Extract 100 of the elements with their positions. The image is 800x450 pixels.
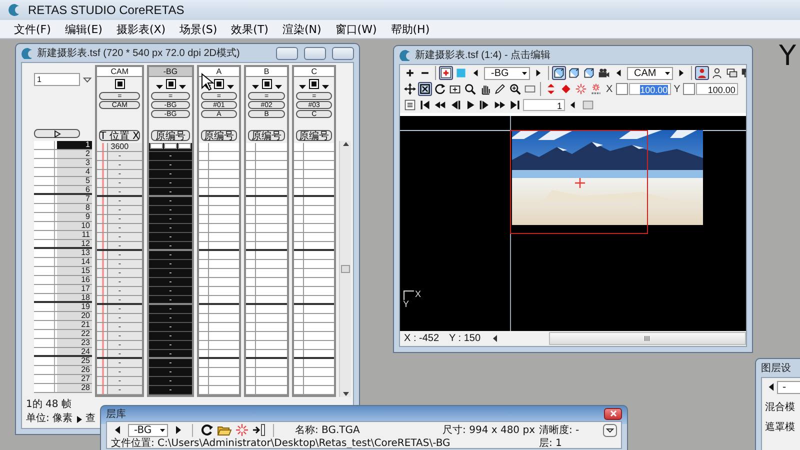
table-cell [294, 233, 334, 242]
zoom-icon[interactable] [508, 82, 522, 96]
menu-item[interactable]: 文件(F) [14, 22, 51, 36]
frame-number[interactable]: 20 [57, 312, 92, 320]
left-arrow-icon[interactable] [490, 334, 499, 343]
mode-button[interactable]: 原编号 [296, 130, 332, 141]
mode-button[interactable]: T 位置 X [99, 130, 140, 141]
table-cell [294, 386, 334, 395]
frame-number[interactable]: 12 [57, 240, 92, 247]
menu-item[interactable]: 摄影表(X) [116, 22, 166, 36]
input-field[interactable]: 100.00 [628, 83, 671, 95]
checkbox[interactable] [683, 83, 696, 95]
menu-item[interactable]: 场景(S) [180, 22, 218, 36]
frame-number[interactable]: 3 [57, 159, 92, 167]
frame-number[interactable]: 4 [57, 168, 92, 176]
input-field[interactable]: 1 [523, 99, 565, 111]
mode-button[interactable]: 原编号 [248, 130, 285, 141]
list-icon[interactable] [403, 98, 417, 112]
first-frame-icon[interactable] [418, 98, 432, 112]
camera-icon[interactable] [597, 66, 611, 80]
layer-toggle-icon[interactable] [299, 79, 330, 89]
right-arrow-icon[interactable] [76, 414, 83, 424]
frame-number[interactable]: 23 [57, 339, 92, 347]
checkbox[interactable] [616, 83, 628, 95]
frame-number[interactable]: 24 [57, 348, 92, 355]
frame-number[interactable]: 10 [57, 222, 92, 230]
scroll-thumb[interactable] [341, 265, 350, 273]
dropdown[interactable]: CAM [627, 66, 673, 80]
table-cell: - [97, 188, 142, 197]
menu-item[interactable]: 编辑(E) [64, 22, 102, 36]
person-outline-icon[interactable] [710, 66, 724, 80]
close-button[interactable] [604, 408, 622, 420]
last-frame-icon[interactable] [508, 98, 522, 112]
table-cell [198, 260, 240, 269]
cube-icon[interactable] [567, 66, 581, 80]
frame-number[interactable]: 11 [57, 231, 92, 239]
pen-icon[interactable] [493, 82, 507, 96]
frame-number[interactable]: 18 [57, 294, 92, 301]
frame-number[interactable]: 2 [57, 150, 92, 158]
frame-number[interactable]: 27 [57, 375, 92, 383]
table-cell [294, 260, 334, 269]
table-cell [294, 287, 334, 296]
dropdown[interactable]: -BG [484, 66, 530, 80]
frame-number[interactable]: 25 [57, 357, 92, 365]
menu-item[interactable]: 效果(T) [231, 22, 268, 36]
frame-number[interactable]: 6 [57, 186, 92, 193]
rotate-icon[interactable] [433, 82, 447, 96]
add-layer-icon[interactable] [439, 66, 453, 80]
frame-number[interactable]: 26 [57, 366, 92, 374]
frame-number[interactable]: 8 [57, 204, 92, 212]
crosshair-icon [575, 178, 585, 188]
frame-number[interactable]: 21 [57, 321, 92, 329]
input-field[interactable]: 100.00 [696, 83, 738, 95]
maximize-button[interactable] [304, 46, 326, 60]
refresh-icon[interactable] [200, 423, 214, 437]
frame-number[interactable]: 28 [57, 384, 92, 392]
cube-icon[interactable] [582, 66, 596, 80]
windows-icon[interactable] [725, 66, 739, 80]
frame-number[interactable]: 16 [57, 276, 92, 284]
frame-number[interactable]: 7 [57, 195, 92, 203]
down-arrow-icon[interactable] [342, 391, 350, 397]
frame-number[interactable]: 5 [57, 177, 92, 185]
minimize-button[interactable] [276, 46, 298, 60]
frame-number[interactable]: 22 [57, 330, 92, 338]
cube-icon[interactable] [552, 66, 566, 80]
dropdown[interactable]: - [776, 380, 800, 394]
menu-item[interactable]: 窗口(W) [335, 22, 377, 36]
search-icon[interactable] [463, 82, 477, 96]
menu-label[interactable]: 查 [86, 413, 96, 425]
person-icon[interactable] [695, 66, 709, 80]
scrollbar[interactable] [548, 332, 746, 345]
frame-number[interactable]: 19 [57, 303, 92, 311]
menu-icon[interactable] [603, 424, 617, 437]
scrollbar[interactable] [339, 141, 351, 397]
diamond-icon[interactable] [559, 82, 573, 96]
frame-number[interactable]: 13 [57, 249, 92, 257]
frame-number[interactable]: 15 [57, 267, 92, 275]
dropdown[interactable]: -BG [128, 424, 168, 436]
frame-number[interactable]: 17 [57, 285, 92, 293]
layer-toggle-icon[interactable] [156, 79, 186, 89]
import-icon[interactable] [252, 423, 266, 437]
frame-number[interactable]: 1 [57, 141, 92, 149]
layer-toggle-icon[interactable] [252, 79, 282, 89]
menu-item[interactable]: 帮助(H) [390, 22, 430, 36]
table-cell: - [97, 215, 142, 224]
table-cell: - [97, 170, 142, 179]
move-icon[interactable] [403, 82, 417, 96]
mode-button[interactable]: 原编号 [151, 130, 190, 141]
play-button[interactable] [34, 129, 80, 138]
frame-number[interactable]: 9 [57, 213, 92, 221]
frame-number[interactable]: 14 [57, 258, 92, 266]
close-button[interactable] [332, 46, 354, 60]
fit-icon[interactable] [418, 82, 432, 96]
burst-icon[interactable] [589, 82, 603, 96]
menu-item[interactable]: 渲染(N) [282, 22, 322, 36]
mode-button[interactable]: 原编号 [200, 130, 238, 141]
up-arrow-icon[interactable] [342, 141, 350, 147]
dropdown-caret-icon[interactable] [83, 76, 92, 84]
layer-toggle-icon[interactable] [114, 79, 125, 89]
frame-field[interactable]: 1 [34, 73, 80, 86]
